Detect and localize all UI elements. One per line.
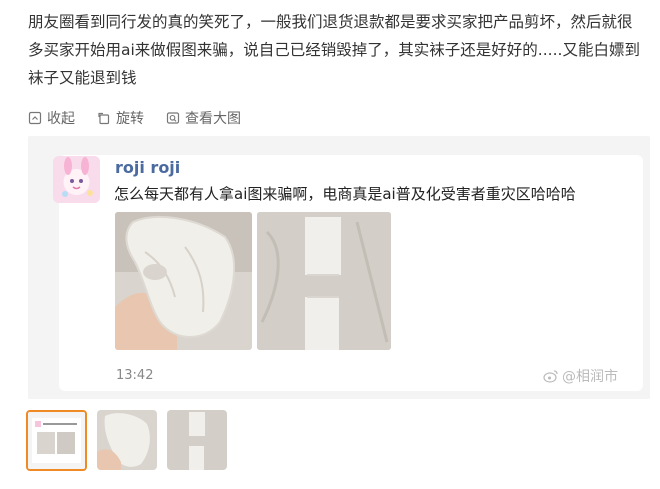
photo-sock-on-fabric: [257, 212, 391, 350]
post-text: 朋友圈看到同行发的真的笑死了，一般我们退货退款都是要求买家把产品剪坏，然后就很多…: [28, 13, 640, 87]
message-time: 13:42: [116, 368, 154, 383]
collapse-label: 收起: [47, 111, 75, 127]
thumbnail-3[interactable]: [167, 410, 227, 470]
avatar: [53, 156, 100, 203]
weibo-icon: [543, 369, 559, 383]
image-toolbar: 收起 旋转 查看大图: [28, 107, 241, 129]
photo-sock-in-hand: [115, 212, 252, 350]
username: roji roji: [115, 158, 181, 177]
rotate-label: 旋转: [116, 111, 144, 127]
watermark: @相润市: [543, 366, 618, 386]
thumbnail-2[interactable]: [97, 410, 157, 470]
collapse-icon: [28, 111, 42, 125]
rotate-icon: [97, 111, 111, 125]
view-large-label: 查看大图: [185, 111, 241, 127]
thumbnail-1[interactable]: [26, 410, 87, 471]
view-large-button[interactable]: 查看大图: [166, 108, 241, 128]
watermark-text: @相润市: [562, 369, 618, 385]
collapse-button[interactable]: 收起: [28, 108, 75, 128]
chat-message: 怎么每天都有人拿ai图来骗啊，电商真是ai普及化受害者重灾区哈哈哈: [114, 185, 576, 203]
rotate-button[interactable]: 旋转: [97, 108, 144, 128]
view-large-icon: [166, 111, 180, 125]
